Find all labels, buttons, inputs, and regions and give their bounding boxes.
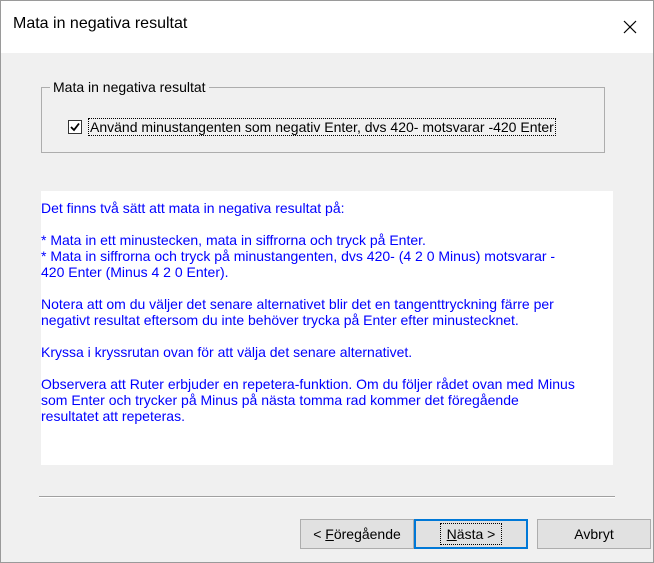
info-paragraph: Notera att om du väljer det senare alter…: [41, 296, 554, 328]
minus-as-enter-option[interactable]: Använd minustangenten som negativ Enter,…: [68, 118, 556, 136]
info-paragraph: Kryssa i kryssrutan ovan för att välja d…: [41, 344, 413, 360]
info-paragraph: * Mata in ett minustecken, mata in siffr…: [41, 232, 556, 280]
next-button[interactable]: Nästa >: [414, 519, 528, 549]
back-button[interactable]: < Föregående: [300, 519, 414, 549]
dialog-window: Mata in negativa resultat Mata in negati…: [0, 0, 654, 563]
minus-as-enter-label[interactable]: Använd minustangenten som negativ Enter,…: [88, 118, 556, 136]
info-paragraph: Observera att Ruter erbjuder en repetera…: [41, 376, 575, 424]
groupbox-legend: Mata in negativa resultat: [50, 79, 209, 95]
close-button[interactable]: [607, 1, 653, 53]
negative-results-groupbox: Mata in negativa resultat Använd minusta…: [41, 79, 605, 153]
checkmark-icon: [70, 122, 80, 132]
back-button-label: < Föregående: [313, 526, 401, 542]
info-paragraph: Det finns två sätt att mata in negativa …: [41, 200, 345, 216]
cancel-button[interactable]: Avbryt: [537, 519, 651, 549]
next-button-label: Nästa >: [439, 523, 503, 545]
close-icon: [623, 20, 637, 34]
title-bar: Mata in negativa resultat: [1, 1, 653, 53]
window-title: Mata in negativa resultat: [13, 15, 188, 32]
footer-separator: [39, 496, 615, 498]
info-text-panel: Det finns två sätt att mata in negativa …: [41, 191, 613, 465]
minus-as-enter-checkbox[interactable]: [68, 120, 82, 134]
